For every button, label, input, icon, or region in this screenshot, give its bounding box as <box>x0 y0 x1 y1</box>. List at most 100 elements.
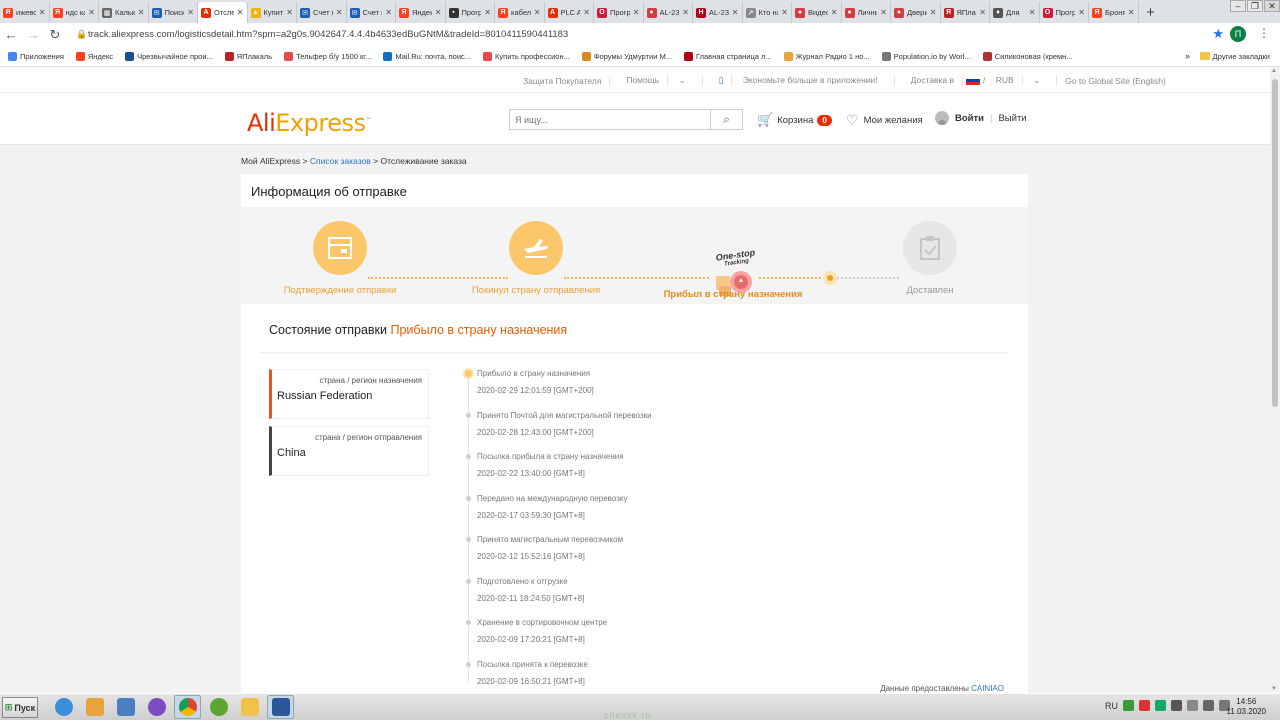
browser-menu-icon[interactable]: ⋮ <box>1258 26 1270 40</box>
browser-tab[interactable]: Я Броня ✕ <box>1089 2 1139 23</box>
viber-taskbar-icon[interactable] <box>143 695 170 719</box>
tray-icon[interactable] <box>1139 700 1150 711</box>
browser-tab[interactable]: ✉Счет на оплату✕ <box>347 2 396 23</box>
close-tab-icon[interactable]: ✕ <box>930 8 937 17</box>
start-button[interactable]: ⊞ Пуск <box>2 697 38 718</box>
word-taskbar-icon[interactable] <box>267 695 294 719</box>
close-tab-icon[interactable]: ✕ <box>781 8 788 17</box>
back-icon[interactable]: ← <box>0 27 22 42</box>
other-bookmarks[interactable]: Другие закладки <box>1199 52 1270 61</box>
browser-tab[interactable]: Яндс калькулятор✕ <box>50 2 99 23</box>
close-tab-icon[interactable]: ✕ <box>435 8 442 17</box>
scroll-down-icon[interactable]: ▼ <box>1271 686 1277 692</box>
logout-link[interactable]: Выйти <box>998 113 1026 124</box>
wishlist-link[interactable]: ♡ Мои желания <box>846 112 923 129</box>
media-taskbar-icon[interactable] <box>81 695 108 719</box>
explorer-taskbar-icon[interactable] <box>236 695 263 719</box>
close-tab-icon[interactable]: ✕ <box>534 8 541 17</box>
profile-avatar[interactable]: П <box>1230 26 1246 42</box>
close-tab-icon[interactable]: ✕ <box>39 8 46 17</box>
breadcrumb-home[interactable]: Мой AliExpress <box>241 156 300 166</box>
bookmarks-more-button[interactable]: » <box>1185 51 1190 61</box>
close-tab-icon[interactable]: ✕ <box>138 8 145 17</box>
browser-tab[interactable]: ↗Кто на✕ <box>743 2 792 23</box>
scrollbar-thumb[interactable] <box>1272 79 1278 407</box>
reload-icon[interactable]: ↻ <box>44 27 66 43</box>
close-tab-icon[interactable]: ✕ <box>831 8 838 17</box>
bookmark-item[interactable]: Форумы Удмуртии М... <box>581 51 672 61</box>
bookmark-item[interactable]: Купить профессион... <box>483 51 570 61</box>
bookmark-item[interactable]: Приложения <box>8 51 64 61</box>
breadcrumb-orders-link[interactable]: Список заказов <box>310 156 371 166</box>
browser-tab[interactable]: ●Личный✕ <box>842 2 891 23</box>
login-link[interactable]: Войти <box>955 113 984 124</box>
browser-tab[interactable]: Якабель✕ <box>495 2 545 23</box>
close-tab-icon[interactable]: ✕ <box>88 8 95 17</box>
bookmark-item[interactable]: Журнал Радио 1 но... <box>783 51 870 61</box>
close-tab-icon[interactable]: ✕ <box>732 8 739 17</box>
bookmark-item[interactable]: Яндекс <box>75 51 113 61</box>
bookmark-item[interactable]: Силиконовая (кремн... <box>982 51 1073 61</box>
close-tab-icon[interactable]: ✕ <box>187 8 194 17</box>
new-tab-button[interactable]: + <box>1139 2 1163 23</box>
browser-tab[interactable]: ● Видео ✕ <box>792 2 842 23</box>
close-window-button[interactable]: ✕ <box>1264 0 1280 12</box>
global-site-link[interactable]: Go to Global Site (English) <box>1057 76 1174 86</box>
cart-link[interactable]: 🛒 Корзина 0 <box>757 112 832 128</box>
close-tab-icon[interactable]: ✕ <box>1128 8 1135 17</box>
browser-tab[interactable]: ▪Программа✕ <box>446 2 495 23</box>
scroll-up-icon[interactable]: ▲ <box>1271 68 1277 74</box>
bookmark-item[interactable]: Главная страница л... <box>683 51 772 61</box>
browser-tab[interactable]: ●AL-232✕ <box>644 2 693 23</box>
browser-tab[interactable]: ЯЯПлакал✕ <box>941 2 990 23</box>
browser-tab[interactable]: ✉Счет на оплату✕ <box>297 2 347 23</box>
bookmark-star-icon[interactable]: ★ <box>1212 26 1224 42</box>
language-indicator[interactable]: RU <box>1105 701 1118 711</box>
close-tab-icon[interactable]: ✕ <box>583 8 590 17</box>
browser-tab[interactable]: ♦ Для ✕ <box>990 2 1040 23</box>
browser-tab[interactable]: ● Двери ✕ <box>891 2 941 23</box>
bookmark-item[interactable]: Тельфер б/у 1500 кг... <box>284 51 371 61</box>
volume-icon[interactable] <box>1187 700 1198 711</box>
ie-taskbar-icon[interactable] <box>50 695 77 719</box>
bookmark-item[interactable]: ЯПлакаль <box>224 51 272 61</box>
close-tab-icon[interactable]: ✕ <box>880 8 887 17</box>
close-tab-icon[interactable]: ✕ <box>336 8 343 17</box>
close-tab-icon[interactable]: ✕ <box>979 8 986 17</box>
browser-tab[interactable]: Яижевск✕ <box>0 2 50 23</box>
browser-tab[interactable]: ЯЯндекс✕ <box>396 2 446 23</box>
tray-icon[interactable] <box>1155 700 1166 711</box>
app-promo-link[interactable]: ▯ Экономьте больше в приложении! <box>703 75 895 86</box>
browser-tab[interactable]: OПрограмма✕ <box>1040 2 1089 23</box>
close-tab-icon[interactable]: ✕ <box>682 8 689 17</box>
help-menu[interactable]: Помощь ⌄ <box>610 75 703 86</box>
bookmark-item[interactable]: Чрезвычайное прои... <box>125 51 213 61</box>
close-tab-icon[interactable]: ✕ <box>286 8 293 17</box>
restore-button[interactable]: ❐ <box>1247 0 1263 12</box>
tray-icon[interactable] <box>1123 700 1134 711</box>
forward-icon[interactable]: → <box>22 27 44 42</box>
browser-tab[interactable]: ✉ Поиск ✕ <box>149 2 198 23</box>
bookmark-item[interactable]: Population.io by Worl... <box>881 51 971 61</box>
url-field[interactable]: 🔒 track.aliexpress.com/logisticsdetail.h… <box>76 26 1196 43</box>
audio-taskbar-icon[interactable] <box>112 695 139 719</box>
browser-tab[interactable]: ▦Калькулятор✕ <box>99 2 149 23</box>
browser-tab[interactable]: AОтслеживание✕ <box>198 2 248 23</box>
close-tab-icon[interactable]: ✕ <box>484 8 491 17</box>
network-icon[interactable] <box>1203 700 1214 711</box>
close-tab-icon[interactable]: ✕ <box>385 8 392 17</box>
close-tab-icon[interactable]: ✕ <box>237 8 244 17</box>
chrome-taskbar-icon[interactable] <box>174 695 201 719</box>
utorrent-taskbar-icon[interactable] <box>205 695 232 719</box>
close-tab-icon[interactable]: ✕ <box>1078 8 1085 17</box>
search-input[interactable] <box>510 110 710 129</box>
search-button[interactable]: ⌕ <box>710 110 742 129</box>
clock[interactable]: 14:56 11.03.2020 <box>1227 697 1266 717</box>
buyer-protection-link[interactable]: Защита Покупателя <box>515 75 611 86</box>
close-tab-icon[interactable]: ✕ <box>1029 8 1036 17</box>
delivery-selector[interactable]: Доставка в / RUB ⌄ <box>895 75 1058 86</box>
browser-tab[interactable]: OПрограмма✕ <box>594 2 644 23</box>
bookmark-item[interactable]: Mail.Ru: почта, поис... <box>383 51 471 61</box>
page-scrollbar[interactable]: ▲ ▼ <box>1270 67 1280 693</box>
minimize-button[interactable]: – <box>1230 0 1246 12</box>
